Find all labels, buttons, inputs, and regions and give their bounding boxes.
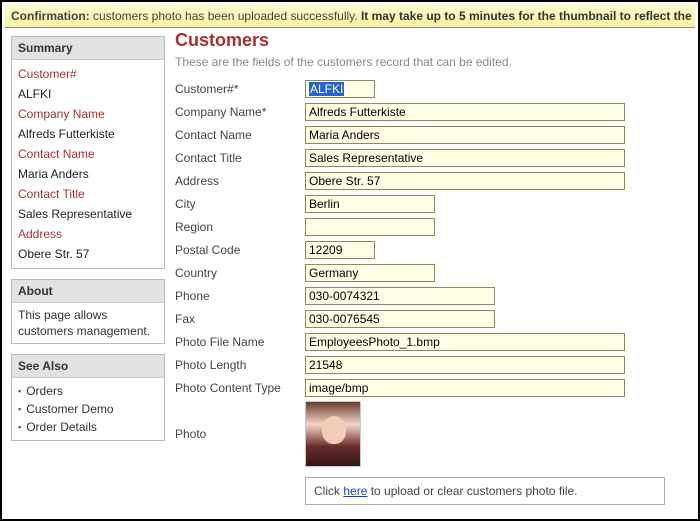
photoContentType-input[interactable] — [305, 379, 625, 397]
summary-value: ALFKI — [18, 84, 158, 104]
address-input[interactable] — [305, 172, 625, 190]
field-label: Photo Length — [175, 358, 305, 372]
form-row-photo: Photo — [175, 401, 689, 467]
about-title: About — [12, 280, 164, 303]
seealso-item: Order Details — [18, 418, 158, 436]
field-label: City — [175, 197, 305, 211]
upload-hint-post: to upload or clear customers photo file. — [367, 484, 577, 498]
form-row-fax: Fax — [175, 309, 689, 329]
field-label: Postal Code — [175, 243, 305, 257]
contactName-input[interactable] — [305, 126, 625, 144]
form-row-city: City — [175, 194, 689, 214]
form-row-photoContentType: Photo Content Type — [175, 378, 689, 398]
seealso-link[interactable]: Orders — [26, 384, 63, 398]
summary-title: Summary — [12, 37, 164, 60]
upload-hint-box: Click here to upload or clear customers … — [305, 477, 665, 505]
form-row-companyName: Company Name* — [175, 102, 689, 122]
field-label: Country — [175, 266, 305, 280]
field-label: Customer#* — [175, 82, 305, 96]
companyName-input[interactable] — [305, 103, 625, 121]
field-label: Fax — [175, 312, 305, 326]
contactTitle-input[interactable] — [305, 149, 625, 167]
field-label: Phone — [175, 289, 305, 303]
summary-value: Obere Str. 57 — [18, 244, 158, 264]
seealso-item: Customer Demo — [18, 400, 158, 418]
field-label: Address — [175, 174, 305, 188]
about-box: About This page allows customers managem… — [11, 279, 165, 344]
country-input[interactable] — [305, 264, 435, 282]
confirmation-bar: Confirmation: customers photo has been u… — [5, 5, 695, 28]
form-row-photoLength: Photo Length — [175, 355, 689, 375]
field-label: Photo — [175, 427, 305, 441]
fax-input[interactable] — [305, 310, 495, 328]
selected-text: ALFKI — [309, 82, 344, 96]
about-text: This page allows customers management. — [12, 303, 164, 343]
summary-box: Summary Customer#ALFKICompany NameAlfred… — [11, 36, 165, 269]
page-title: Customers — [175, 30, 689, 51]
confirmation-hint: It may take up to 5 minutes for the thum… — [361, 9, 695, 23]
form-row-address: Address — [175, 171, 689, 191]
seealso-content: Orders Customer Demo Order Details — [12, 378, 164, 440]
form-row-contactName: Contact Name — [175, 125, 689, 145]
phone-input[interactable] — [305, 287, 495, 305]
summary-label[interactable]: Company Name — [18, 104, 158, 124]
region-input[interactable] — [305, 218, 435, 236]
main-panel: Customers These are the fields of the cu… — [165, 28, 695, 511]
summary-content: Customer#ALFKICompany NameAlfreds Futter… — [12, 60, 164, 268]
field-label: Region — [175, 220, 305, 234]
seealso-link[interactable]: Order Details — [26, 420, 97, 434]
summary-label[interactable]: Contact Title — [18, 184, 158, 204]
summary-value: Alfreds Futterkiste — [18, 124, 158, 144]
form-row-photoFileName: Photo File Name — [175, 332, 689, 352]
field-label: Photo File Name — [175, 335, 305, 349]
photoFileName-input[interactable] — [305, 333, 625, 351]
form-row-phone: Phone — [175, 286, 689, 306]
upload-hint-pre: Click — [314, 484, 343, 498]
customerNo-input[interactable]: ALFKI — [305, 80, 375, 98]
form-row-country: Country — [175, 263, 689, 283]
form-row-customerNo: Customer#* ALFKI — [175, 79, 689, 99]
field-label: Company Name* — [175, 105, 305, 119]
confirmation-label: Confirmation: — [11, 9, 90, 23]
sidebar: Summary Customer#ALFKICompany NameAlfred… — [5, 28, 165, 511]
seealso-box: See Also Orders Customer Demo Order Detail… — [11, 354, 165, 441]
field-label: Contact Name — [175, 128, 305, 142]
field-label: Photo Content Type — [175, 381, 305, 395]
form-row-region: Region — [175, 217, 689, 237]
confirmation-message: customers photo has been uploaded succes… — [93, 9, 358, 23]
seealso-link[interactable]: Customer Demo — [26, 402, 113, 416]
page-subtitle: These are the fields of the customers re… — [175, 55, 689, 69]
form-row-contactTitle: Contact Title — [175, 148, 689, 168]
form-row-postalCode: Postal Code — [175, 240, 689, 260]
postalCode-input[interactable] — [305, 241, 375, 259]
photo-thumbnail[interactable] — [305, 401, 361, 467]
upload-link[interactable]: here — [343, 484, 367, 498]
field-label: Contact Title — [175, 151, 305, 165]
form: Customer#* ALFKI Company Name* Contact Name… — [175, 79, 689, 467]
seealso-title: See Also — [12, 355, 164, 378]
summary-label[interactable]: Contact Name — [18, 144, 158, 164]
photoLength-input[interactable] — [305, 356, 625, 374]
summary-label[interactable]: Customer# — [18, 64, 158, 84]
summary-label[interactable]: Address — [18, 224, 158, 244]
summary-value: Maria Anders — [18, 164, 158, 184]
seealso-item: Orders — [18, 382, 158, 400]
summary-value: Sales Representative — [18, 204, 158, 224]
city-input[interactable] — [305, 195, 435, 213]
